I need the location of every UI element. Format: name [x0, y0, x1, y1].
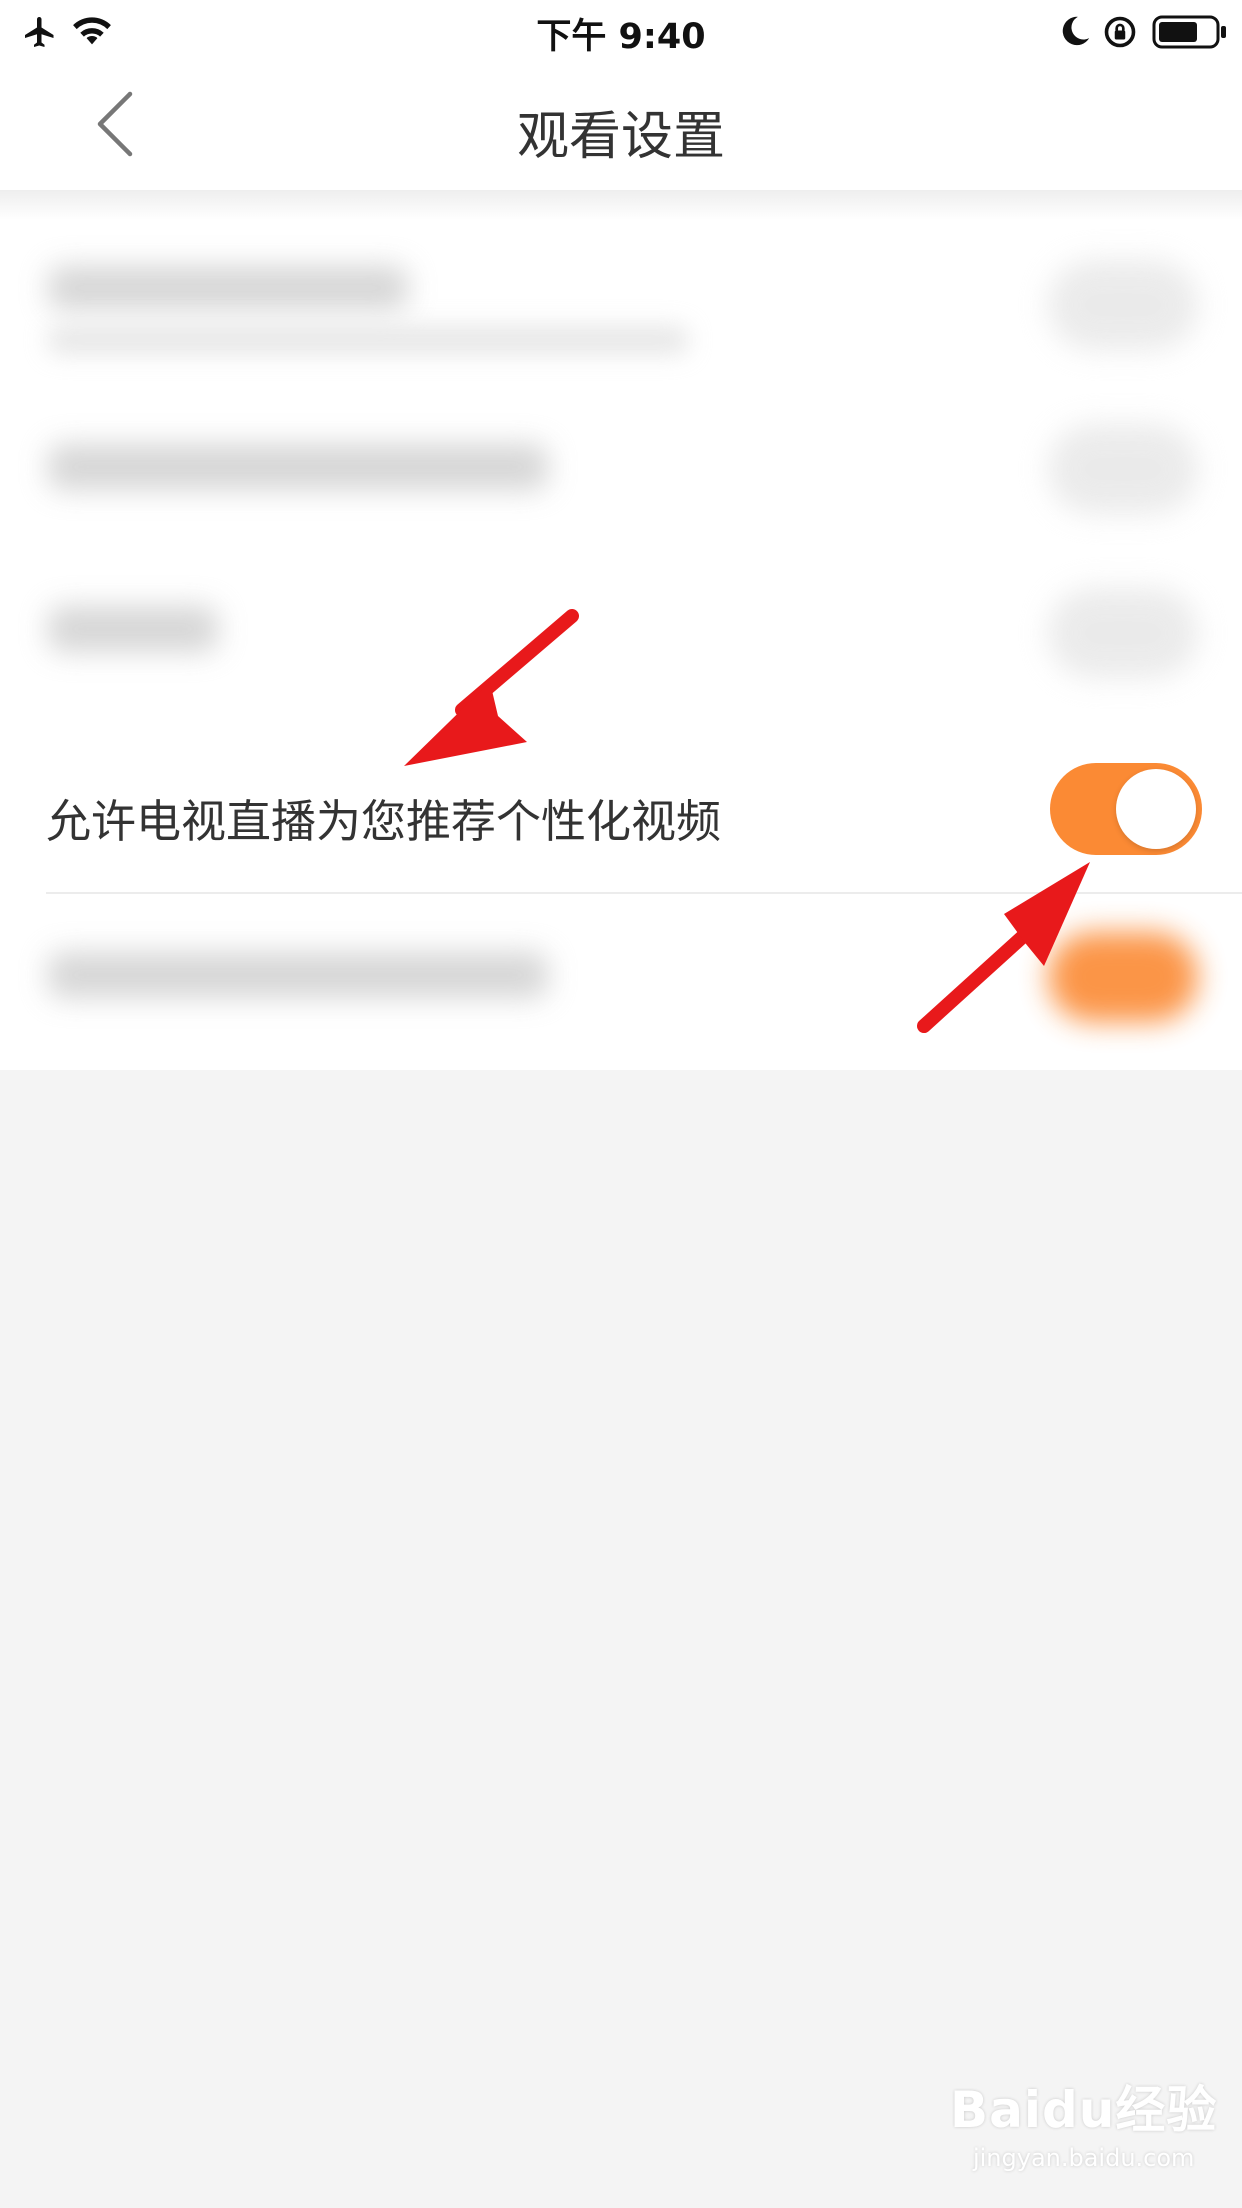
- blurred-toggle[interactable]: [1048, 932, 1198, 1022]
- watermark-url: jingyan.baidu.com: [972, 2144, 1195, 2172]
- divider: [46, 892, 1242, 894]
- blurred-setting-row-2[interactable]: [0, 400, 1242, 530]
- personalized-recommendation-row[interactable]: 允许电视直播为您推荐个性化视频: [0, 733, 1242, 893]
- blurred-toggle[interactable]: [1048, 260, 1198, 350]
- blurred-label: [48, 952, 548, 998]
- blurred-setting-row-4[interactable]: [0, 900, 1242, 1050]
- battery-icon: [1152, 15, 1226, 49]
- moon-icon: [1062, 16, 1090, 46]
- page-title: 观看设置: [516, 107, 725, 167]
- navigation-bar: 观看设置: [0, 62, 1242, 190]
- blurred-description: [48, 326, 688, 354]
- blurred-setting-row-3[interactable]: [0, 570, 1242, 700]
- blurred-setting-row-1[interactable]: [0, 230, 1242, 370]
- blurred-label: [48, 266, 408, 310]
- list-shadow: [0, 190, 1242, 220]
- status-time: 下午 9:40: [536, 17, 706, 57]
- watermark: Baidu经验 jingyan.baidu.com: [950, 2070, 1217, 2172]
- toggle-knob: [1116, 769, 1196, 849]
- rotation-lock-icon: [1104, 16, 1136, 48]
- blurred-toggle[interactable]: [1048, 424, 1198, 514]
- personalized-recommendation-label: 允许电视直播为您推荐个性化视频: [46, 795, 722, 848]
- blurred-toggle[interactable]: [1048, 588, 1198, 678]
- personalized-recommendation-toggle[interactable]: [1050, 763, 1202, 855]
- blurred-label: [48, 444, 548, 490]
- blurred-label: [48, 606, 218, 652]
- status-bar: 下午 9:40: [0, 0, 1242, 62]
- watermark-logo: Baidu经验: [950, 2081, 1218, 2139]
